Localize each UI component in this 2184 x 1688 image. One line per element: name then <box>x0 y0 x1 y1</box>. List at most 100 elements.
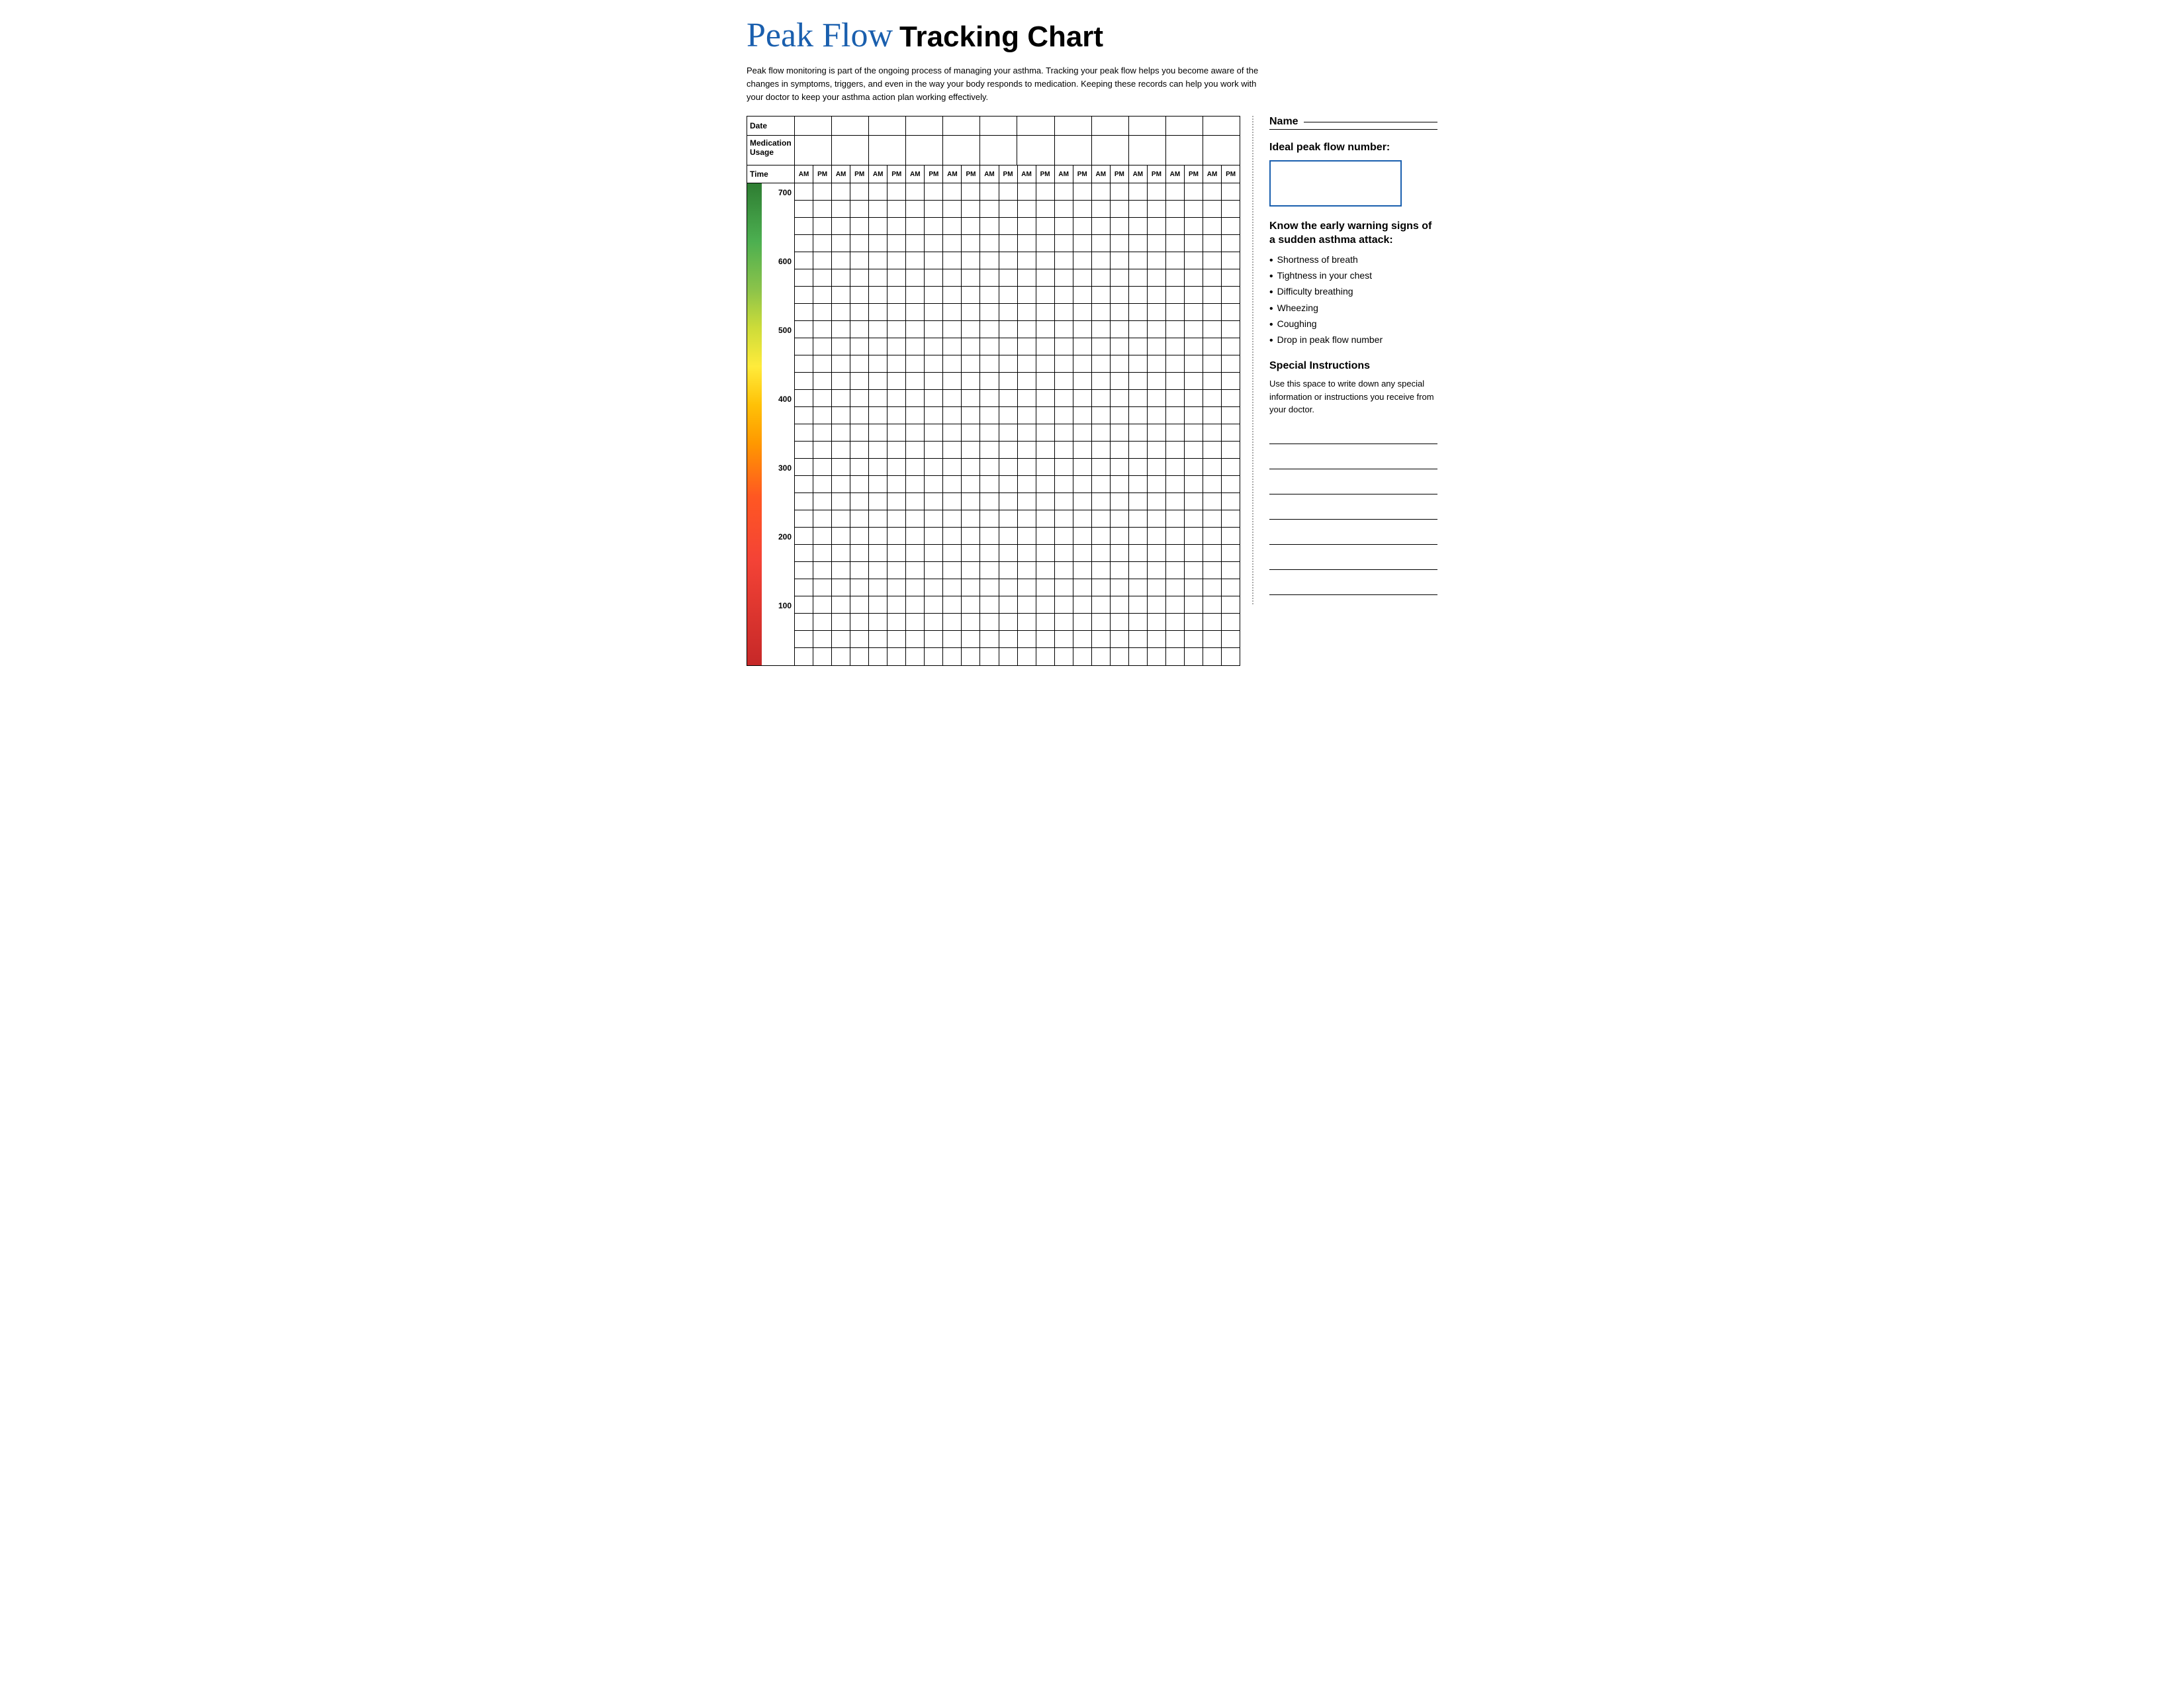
med-cell <box>1092 136 1129 165</box>
grid-cell <box>1148 269 1166 286</box>
grid-cell <box>1185 459 1203 475</box>
grid-cell <box>1018 235 1036 252</box>
grid-cell <box>925 596 943 613</box>
grid-cell <box>1018 596 1036 613</box>
grid-row <box>795 269 1240 287</box>
grid-cell <box>1148 407 1166 424</box>
grid-cell <box>832 528 850 544</box>
grid-cell <box>1129 235 1148 252</box>
y-label-200: 200 <box>778 532 792 541</box>
grid-cell <box>887 338 906 355</box>
grid-cell <box>1036 442 1055 458</box>
grid-cell <box>1148 614 1166 630</box>
grid-cell <box>980 510 999 527</box>
grid-cell <box>813 269 832 286</box>
time-cell-am: AM <box>906 165 925 183</box>
grid-cell <box>832 476 850 492</box>
grid-cell <box>887 648 906 665</box>
grid-cell <box>925 390 943 406</box>
grid-cell <box>1036 373 1055 389</box>
grid-cell <box>1111 287 1129 303</box>
grid-cell <box>1092 648 1111 665</box>
grid-cell <box>962 338 980 355</box>
grid-cell <box>1073 579 1092 596</box>
grid-cell <box>1166 373 1185 389</box>
grid-cell <box>1036 648 1055 665</box>
grid-cell <box>1055 442 1073 458</box>
grid-cell <box>962 545 980 561</box>
grid-cell <box>1129 183 1148 200</box>
grid-cell <box>1129 579 1148 596</box>
grid-cell <box>1203 201 1222 217</box>
grid-cell <box>832 201 850 217</box>
grid-cell <box>943 442 962 458</box>
grid-cell <box>943 321 962 338</box>
grid-cell <box>869 304 887 320</box>
grid-cell <box>999 545 1018 561</box>
write-line-6 <box>1269 554 1437 570</box>
grid-cell <box>1073 321 1092 338</box>
grid-cell <box>1129 631 1148 647</box>
grid-cell <box>1166 355 1185 372</box>
grid-cell <box>813 614 832 630</box>
grid-cell <box>925 614 943 630</box>
grid-cell <box>1129 459 1148 475</box>
grid-cell <box>1148 201 1166 217</box>
grid-cell <box>850 424 869 441</box>
grid-cell <box>1129 321 1148 338</box>
grid-cell <box>1185 218 1203 234</box>
grid-cell <box>1185 338 1203 355</box>
grid-cell <box>1092 252 1111 269</box>
grid-cell <box>1055 390 1073 406</box>
grid-cell <box>1203 407 1222 424</box>
grid-cell <box>1055 201 1073 217</box>
grid-cell <box>1036 321 1055 338</box>
grid-cell <box>999 510 1018 527</box>
grid-cell <box>1092 218 1111 234</box>
grid-cell <box>1129 648 1148 665</box>
grid-cell <box>906 373 925 389</box>
grid-cell <box>1055 252 1073 269</box>
grid-cell <box>1036 614 1055 630</box>
grid-cell <box>1036 338 1055 355</box>
grid-cell <box>999 218 1018 234</box>
grid-cell <box>1166 528 1185 544</box>
grid-cell <box>1166 235 1185 252</box>
grid-cell <box>1185 201 1203 217</box>
grid-row <box>795 390 1240 407</box>
grid-cell <box>813 459 832 475</box>
grid-row <box>795 407 1240 424</box>
grid-cell <box>1185 545 1203 561</box>
grid-cell <box>906 562 925 579</box>
grid-cell <box>1092 545 1111 561</box>
grid-cell <box>962 235 980 252</box>
grid-cell <box>943 648 962 665</box>
grid-cell <box>1018 476 1036 492</box>
grid-cell <box>1222 321 1240 338</box>
grid-cell <box>1055 528 1073 544</box>
ideal-flow-box[interactable] <box>1269 160 1402 207</box>
grid-cell <box>1203 390 1222 406</box>
grid-cell <box>1055 218 1073 234</box>
grid-cell <box>980 579 999 596</box>
grid-cell <box>962 269 980 286</box>
grid-cell <box>1166 648 1185 665</box>
grid-cell <box>813 321 832 338</box>
grid-cell <box>1222 562 1240 579</box>
grid-cell <box>1092 476 1111 492</box>
grid-cell <box>1185 631 1203 647</box>
y-label-400: 400 <box>778 395 792 404</box>
grid-cell <box>1036 287 1055 303</box>
grid-cell <box>1148 287 1166 303</box>
grid-cell <box>850 355 869 372</box>
grid-cell <box>850 373 869 389</box>
grid-cell <box>832 648 850 665</box>
date-cell <box>1092 117 1129 135</box>
grid-cell <box>999 252 1018 269</box>
grid-cell <box>1092 562 1111 579</box>
grid-cell <box>1129 510 1148 527</box>
grid-cell <box>1073 201 1092 217</box>
grid-cell <box>1203 579 1222 596</box>
time-cell-am: AM <box>1166 165 1185 183</box>
time-cell-am: AM <box>1203 165 1222 183</box>
